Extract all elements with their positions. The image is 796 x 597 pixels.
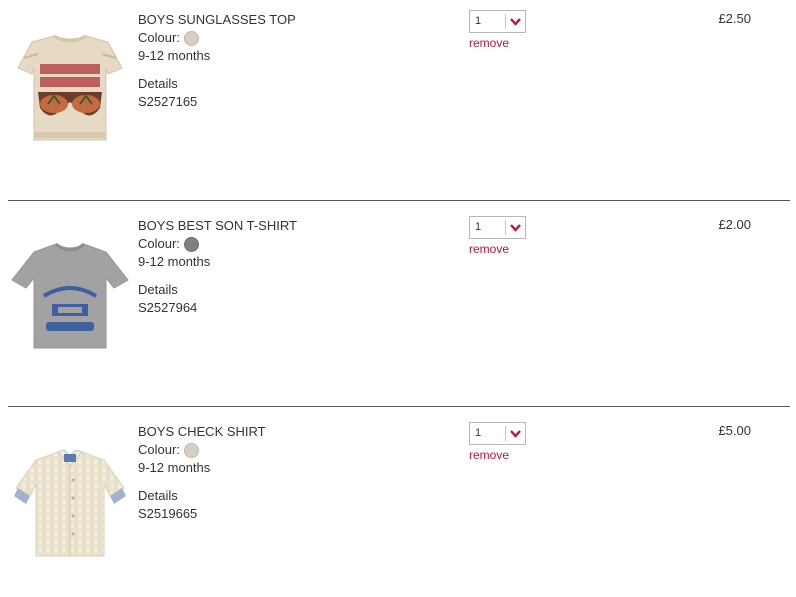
chevron-down-icon[interactable]	[506, 217, 525, 238]
colour-label: Colour:	[138, 30, 180, 45]
product-name[interactable]: BOYS SUNGLASSES TOP	[138, 11, 438, 29]
product-image[interactable]	[10, 234, 130, 354]
colour-row: Colour:	[138, 441, 438, 459]
item-divider	[8, 200, 790, 201]
product-info: BOYS BEST SON T-SHIRT Colour: 9-12 month…	[138, 217, 438, 317]
remove-link[interactable]: remove	[469, 448, 509, 462]
basket-item: BOYS CHECK SHIRT Colour: 9-12 months Det…	[0, 412, 796, 597]
item-price: £2.00	[718, 217, 751, 232]
quantity-select[interactable]: 1	[469, 216, 526, 239]
check-shirt-icon	[14, 449, 126, 557]
basket-list: BOYS SUNGLASSES TOP Colour: 9-12 months …	[0, 0, 796, 597]
colour-row: Colour:	[138, 29, 438, 47]
product-info: BOYS SUNGLASSES TOP Colour: 9-12 months …	[138, 11, 438, 111]
quantity-select[interactable]: 1	[469, 422, 526, 445]
product-name[interactable]: BOYS BEST SON T-SHIRT	[138, 217, 438, 235]
product-sku: S2527165	[138, 94, 198, 109]
colour-row: Colour:	[138, 235, 438, 253]
quantity-value: 1	[475, 15, 482, 27]
details-label: Details	[138, 488, 178, 503]
quantity-value: 1	[475, 221, 482, 233]
colour-label: Colour:	[138, 442, 180, 457]
size-text: 9-12 months	[138, 254, 211, 269]
product-image[interactable]	[10, 28, 130, 148]
item-divider	[8, 406, 790, 407]
product-name[interactable]: BOYS CHECK SHIRT	[138, 423, 438, 441]
item-price: £5.00	[718, 423, 751, 438]
product-sku: S2519665	[138, 506, 198, 521]
size-text: 9-12 months	[138, 48, 211, 63]
colour-swatch	[183, 30, 199, 46]
colour-swatch	[183, 236, 199, 252]
colour-swatch	[183, 442, 199, 458]
basket-item: BOYS BEST SON T-SHIRT Colour: 9-12 month…	[0, 206, 796, 412]
quantity-select[interactable]: 1	[469, 10, 526, 33]
details-label: Details	[138, 76, 178, 91]
grey-tshirt-icon	[11, 242, 129, 349]
product-sku: S2527964	[138, 300, 198, 315]
basket-item: BOYS SUNGLASSES TOP Colour: 9-12 months …	[0, 0, 796, 206]
quantity-value: 1	[475, 427, 482, 439]
chevron-down-icon[interactable]	[506, 11, 525, 32]
size-text: 9-12 months	[138, 460, 211, 475]
item-price: £2.50	[718, 11, 751, 26]
chevron-down-icon[interactable]	[506, 423, 525, 444]
remove-link[interactable]: remove	[469, 242, 509, 256]
colour-label: Colour:	[138, 236, 180, 251]
product-info: BOYS CHECK SHIRT Colour: 9-12 months Det…	[138, 423, 438, 523]
product-image[interactable]	[10, 440, 130, 560]
details-label: Details	[138, 282, 178, 297]
remove-link[interactable]: remove	[469, 36, 509, 50]
sunglasses-tshirt-icon	[17, 34, 123, 141]
